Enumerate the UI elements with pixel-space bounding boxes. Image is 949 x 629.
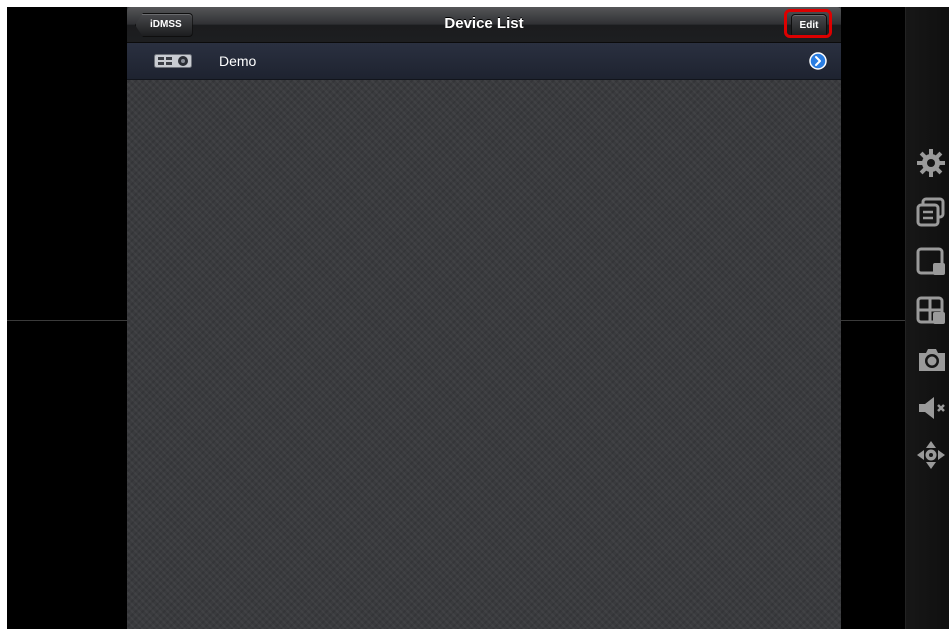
camera-snapshot-icon[interactable] [915, 343, 947, 375]
device-list-item[interactable]: Demo [127, 43, 841, 80]
back-button[interactable]: iDMSS [135, 13, 193, 37]
device-list-popover: Device List iDMSS Edit Demo [127, 7, 841, 629]
edit-highlight-annotation [784, 9, 832, 38]
video-grid-divider-right [841, 320, 905, 321]
mute-icon[interactable] [915, 392, 947, 424]
detail-disclosure-icon[interactable] [809, 52, 827, 70]
navigation-bar: Device List iDMSS Edit [127, 7, 841, 43]
switch-window-icon[interactable] [915, 196, 947, 228]
ptz-direction-icon[interactable] [915, 439, 947, 471]
video-grid-divider-left [7, 320, 127, 321]
app-screen: Device List iDMSS Edit Demo [7, 7, 949, 629]
gear-icon[interactable] [915, 147, 947, 179]
page-title: Device List [444, 15, 524, 32]
device-name: Demo [219, 53, 257, 69]
grid-view-icon[interactable] [915, 294, 947, 326]
right-toolbar [905, 7, 949, 629]
dvr-device-icon [154, 54, 192, 68]
single-view-icon[interactable] [915, 245, 947, 277]
